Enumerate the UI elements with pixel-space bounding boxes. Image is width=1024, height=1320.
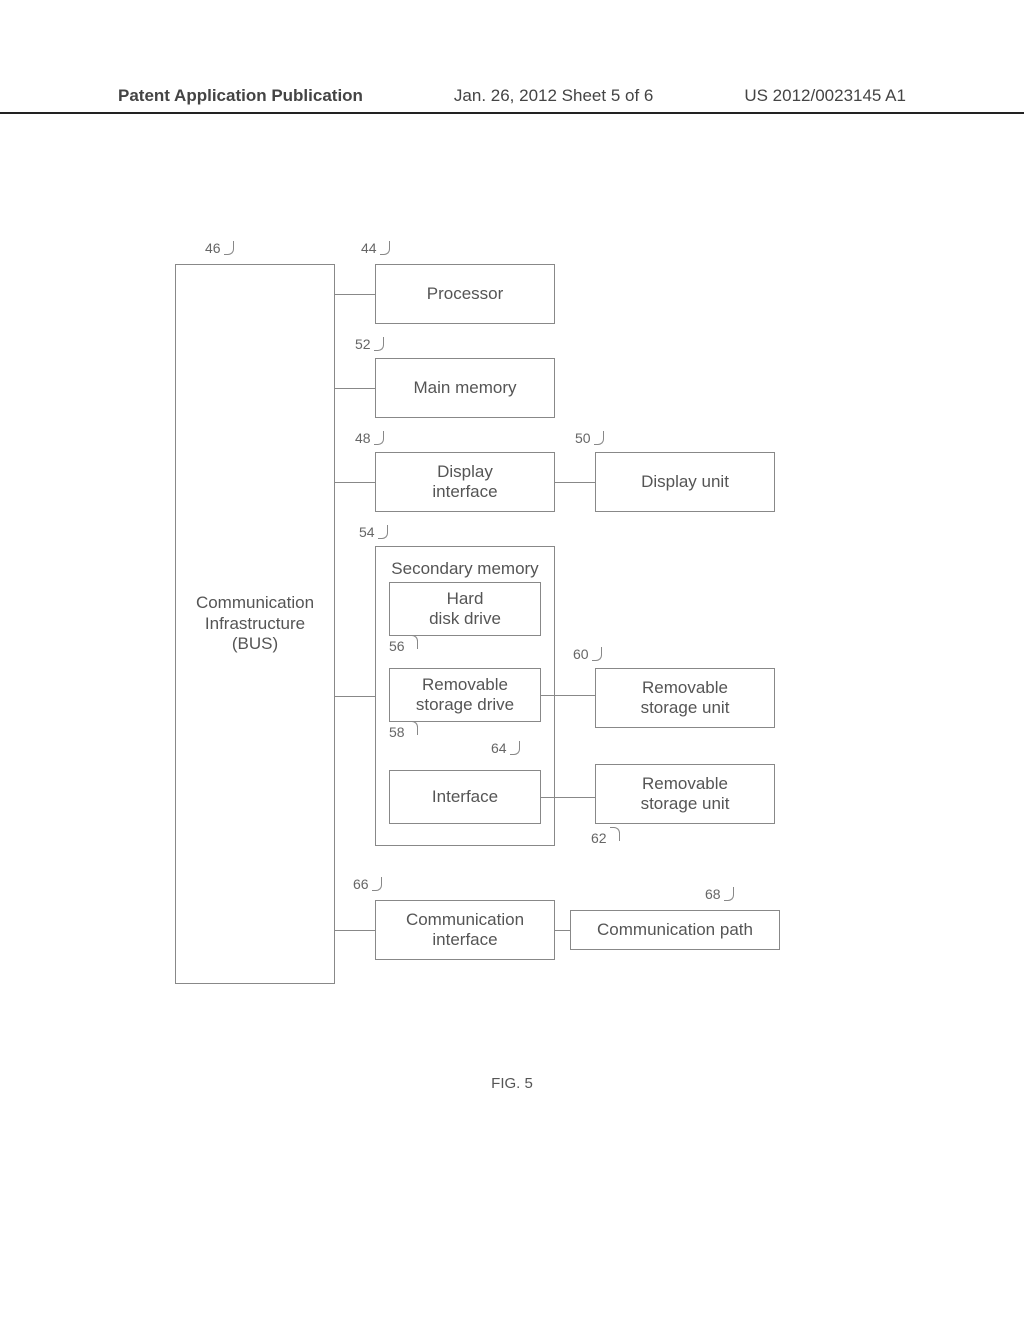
ref-62: 62 bbox=[591, 830, 620, 846]
connector bbox=[335, 482, 375, 483]
comm-path-label: Communication path bbox=[597, 920, 753, 940]
connector bbox=[541, 797, 595, 798]
ref-hook-icon bbox=[610, 827, 620, 841]
ref-hook-icon bbox=[724, 887, 734, 901]
connector bbox=[541, 695, 595, 696]
main-memory-block: Main memory bbox=[375, 358, 555, 418]
page-header: Patent Application Publication Jan. 26, … bbox=[0, 86, 1024, 114]
hard-disk-label: Hard disk drive bbox=[429, 589, 501, 630]
connector bbox=[335, 696, 375, 697]
ref-46: 46 bbox=[205, 240, 234, 256]
ref-68: 68 bbox=[705, 886, 734, 902]
ref-44: 44 bbox=[361, 240, 390, 256]
ref-hook-icon bbox=[380, 241, 390, 255]
ref-hook-icon bbox=[592, 647, 602, 661]
ref-48: 48 bbox=[355, 430, 384, 446]
secondary-memory-label: Secondary memory bbox=[391, 559, 538, 579]
header-left: Patent Application Publication bbox=[118, 86, 363, 106]
display-interface-label: Display interface bbox=[432, 462, 497, 503]
main-memory-label: Main memory bbox=[414, 378, 517, 398]
bus-block: Communication Infrastructure (BUS) bbox=[175, 264, 335, 984]
processor-label: Processor bbox=[427, 284, 504, 304]
removable-unit-2-label: Removable storage unit bbox=[641, 774, 730, 815]
ref-hook-icon bbox=[374, 337, 384, 351]
hard-disk-block: Hard disk drive bbox=[389, 582, 541, 636]
figure-caption: FIG. 5 bbox=[0, 1075, 1024, 1092]
removable-unit-2-block: Removable storage unit bbox=[595, 764, 775, 824]
ref-54: 54 bbox=[359, 524, 388, 540]
processor-block: Processor bbox=[375, 264, 555, 324]
ref-58: 58 bbox=[389, 724, 418, 740]
interface-block: Interface bbox=[389, 770, 541, 824]
ref-hook-icon bbox=[408, 635, 418, 649]
ref-hook-icon bbox=[378, 525, 388, 539]
removable-drive-label: Removable storage drive bbox=[416, 675, 514, 716]
removable-unit-1-label: Removable storage unit bbox=[641, 678, 730, 719]
interface-label: Interface bbox=[432, 787, 498, 807]
block-diagram: Communication Infrastructure (BUS) Proce… bbox=[175, 240, 855, 1020]
connector bbox=[335, 294, 375, 295]
connector bbox=[555, 482, 595, 483]
comm-interface-label: Communication interface bbox=[406, 910, 524, 951]
ref-50: 50 bbox=[575, 430, 604, 446]
display-interface-block: Display interface bbox=[375, 452, 555, 512]
removable-unit-1-block: Removable storage unit bbox=[595, 668, 775, 728]
connector bbox=[555, 930, 570, 931]
ref-52: 52 bbox=[355, 336, 384, 352]
ref-66: 66 bbox=[353, 876, 382, 892]
ref-hook-icon bbox=[372, 877, 382, 891]
header-right: US 2012/0023145 A1 bbox=[744, 86, 906, 106]
ref-hook-icon bbox=[510, 741, 520, 755]
bus-label: Communication Infrastructure (BUS) bbox=[196, 593, 314, 654]
display-unit-block: Display unit bbox=[595, 452, 775, 512]
header-mid: Jan. 26, 2012 Sheet 5 of 6 bbox=[454, 86, 653, 106]
ref-hook-icon bbox=[374, 431, 384, 445]
display-unit-label: Display unit bbox=[641, 472, 729, 492]
ref-64: 64 bbox=[491, 740, 520, 756]
ref-hook-icon bbox=[594, 431, 604, 445]
connector bbox=[335, 930, 375, 931]
ref-60: 60 bbox=[573, 646, 602, 662]
ref-hook-icon bbox=[224, 241, 234, 255]
removable-drive-block: Removable storage drive bbox=[389, 668, 541, 722]
comm-interface-block: Communication interface bbox=[375, 900, 555, 960]
connector bbox=[335, 388, 375, 389]
ref-56: 56 bbox=[389, 638, 418, 654]
comm-path-block: Communication path bbox=[570, 910, 780, 950]
ref-hook-icon bbox=[408, 721, 418, 735]
